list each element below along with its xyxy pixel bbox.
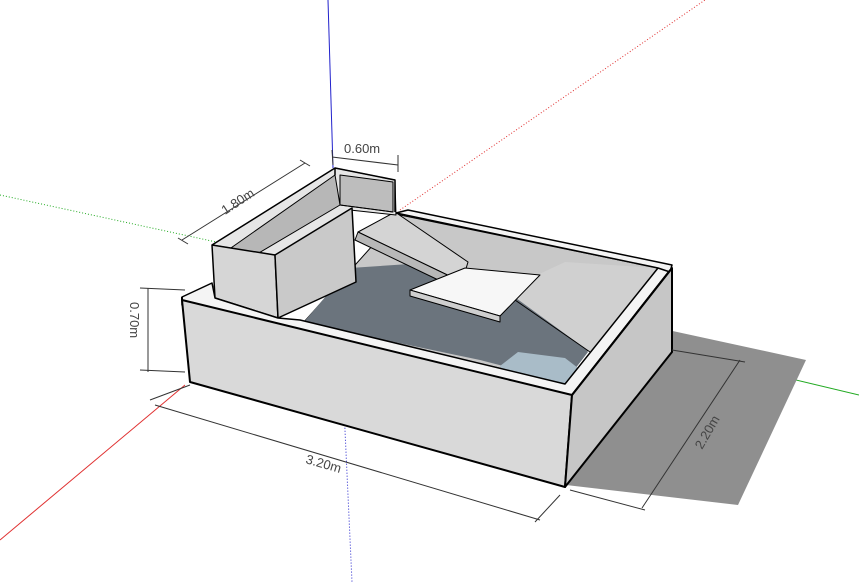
model-canvas[interactable]: 0.60m 1.80m 0.70m 3.20m 2.20m [0, 0, 859, 583]
pool-model[interactable] [181, 167, 673, 488]
dimension-depth-left: 1.80m [218, 185, 256, 217]
axis-green-dotted [0, 194, 231, 246]
axis-red-dotted [399, 0, 706, 211]
dimension-length: 3.20m [304, 451, 343, 475]
dimension-height: 0.70m [127, 302, 142, 338]
axis-red [0, 384, 186, 541]
axis-blue [327, 0, 334, 169]
3d-viewport[interactable]: 0.60m 1.80m 0.70m 3.20m 2.20m [0, 0, 859, 583]
dimension-width-top: 0.60m [344, 141, 380, 156]
